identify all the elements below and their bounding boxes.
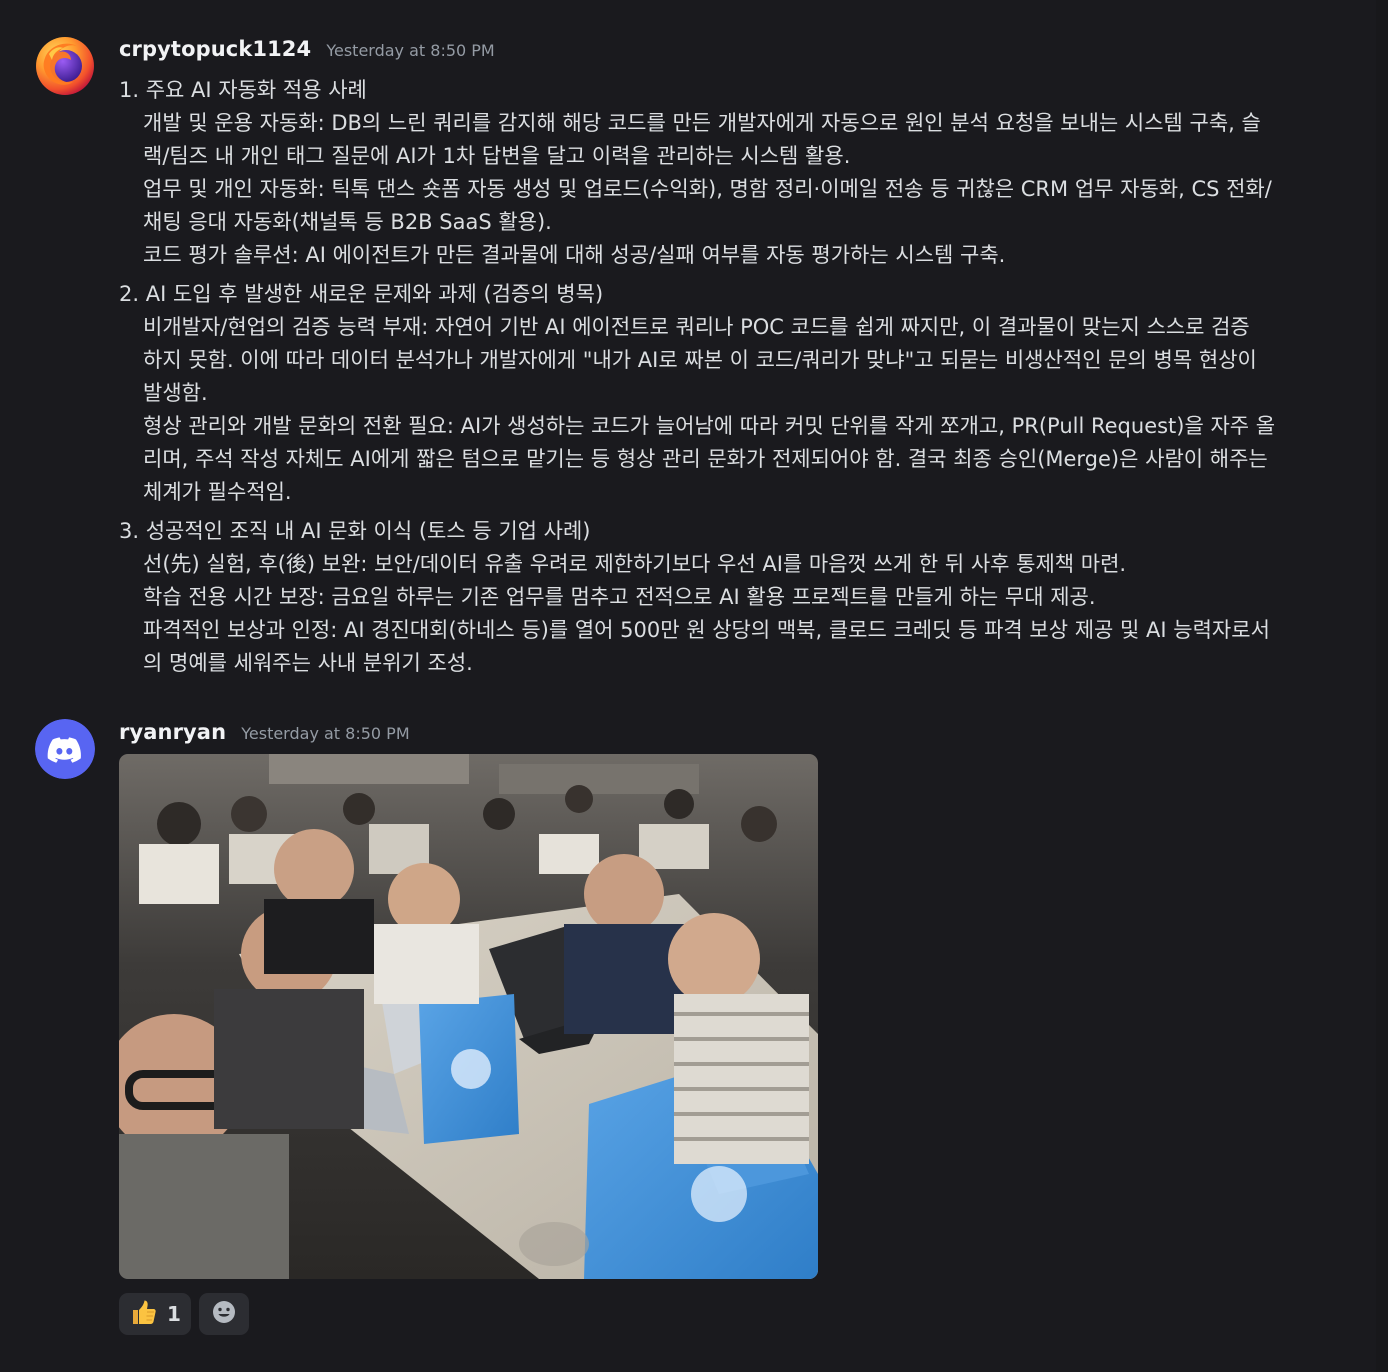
discord-icon[interactable] xyxy=(35,719,95,779)
text-line: 하지 못함. 이에 따라 데이터 분석가나 개발자에게 "내가 AI로 짜본 이… xyxy=(143,348,1257,372)
text-line: 리며, 주석 작성 자체도 AI에게 짧은 텀으로 맡기는 등 형상 관리 문화… xyxy=(143,447,1268,471)
text-line: 형상 관리와 개발 문화의 전환 필요: AI가 생성하는 코드가 늘어남에 따… xyxy=(143,414,1276,438)
firefox-icon[interactable] xyxy=(35,36,95,96)
text-line: 체계가 필수적임. xyxy=(143,480,292,504)
username[interactable]: crpytopuck1124 xyxy=(119,37,311,61)
section-title: 1. 주요 AI 자동화 적용 사례 xyxy=(119,78,367,102)
text-line: 선(先) 실험, 후(後) 보완: 보안/데이터 유출 우려로 제한하기보다 우… xyxy=(143,552,1127,576)
username[interactable]: ryanryan xyxy=(119,720,226,744)
text-line: 채팅 응대 자동화(채널톡 등 B2B SaaS 활용). xyxy=(143,210,552,234)
text-line: 발생함. xyxy=(143,381,208,405)
reaction-count: 1 xyxy=(167,1302,181,1326)
message-header: ryanryan Yesterday at 8:50 PM xyxy=(119,720,410,744)
reaction-thumbs-up[interactable]: 1 xyxy=(119,1293,191,1335)
reactions-bar: 1 xyxy=(119,1293,249,1335)
section-ai-automation-cases: 1. 주요 AI 자동화 적용 사례 개발 및 운용 자동화: DB의 느린 쿼… xyxy=(119,74,1319,272)
photo-attachment[interactable] xyxy=(119,754,818,1279)
text-line: 비개발자/현업의 검증 능력 부재: 자연어 기반 AI 에이전트로 쿼리나 P… xyxy=(143,315,1250,339)
section-ai-culture: 3. 성공적인 조직 내 AI 문화 이식 (토스 등 기업 사례) 선(先) … xyxy=(119,515,1319,680)
section-title: 3. 성공적인 조직 내 AI 문화 이식 (토스 등 기업 사례) xyxy=(119,519,591,543)
text-line: 개발 및 운용 자동화: DB의 느린 쿼리를 감지해 해당 코드를 만든 개발… xyxy=(143,111,1261,135)
section-title: 2. AI 도입 후 발생한 새로운 문제와 과제 (검증의 병목) xyxy=(119,282,604,306)
text-line: 의 명예를 세워주는 사내 분위기 조성. xyxy=(143,651,473,675)
section-new-problems: 2. AI 도입 후 발생한 새로운 문제와 과제 (검증의 병목) 비개발자/… xyxy=(119,278,1319,509)
text-line: 학습 전용 시간 보장: 금요일 하루는 기존 업무를 멈추고 전적으로 AI … xyxy=(143,585,1096,609)
text-line: 업무 및 개인 자동화: 틱톡 댄스 숏폼 자동 생성 및 업로드(수익화), … xyxy=(143,177,1272,201)
timestamp: Yesterday at 8:50 PM xyxy=(241,724,410,743)
add-reaction-button[interactable] xyxy=(198,1293,249,1335)
text-line: 파격적인 보상과 인정: AI 경진대회(하네스 등)를 열어 500만 원 상… xyxy=(143,618,1270,642)
thumbs-up-icon xyxy=(129,1298,157,1330)
chat-view: crpytopuck1124 Yesterday at 8:50 PM 1. 주… xyxy=(0,0,1388,1372)
timestamp: Yesterday at 8:50 PM xyxy=(326,41,495,60)
message-content: 1. 주요 AI 자동화 적용 사례 개발 및 운용 자동화: DB의 느린 쿼… xyxy=(119,74,1319,686)
add-reaction-icon xyxy=(211,1299,237,1329)
scrollbar-track[interactable] xyxy=(1376,0,1388,1372)
text-line: 코드 평가 솔루션: AI 에이전트가 만든 결과물에 대해 성공/실패 여부를… xyxy=(143,243,1006,267)
message-header: crpytopuck1124 Yesterday at 8:50 PM xyxy=(119,37,495,61)
text-line: 랙/팀즈 내 개인 태그 질문에 AI가 1차 답변을 달고 이력을 관리하는 … xyxy=(143,144,851,168)
